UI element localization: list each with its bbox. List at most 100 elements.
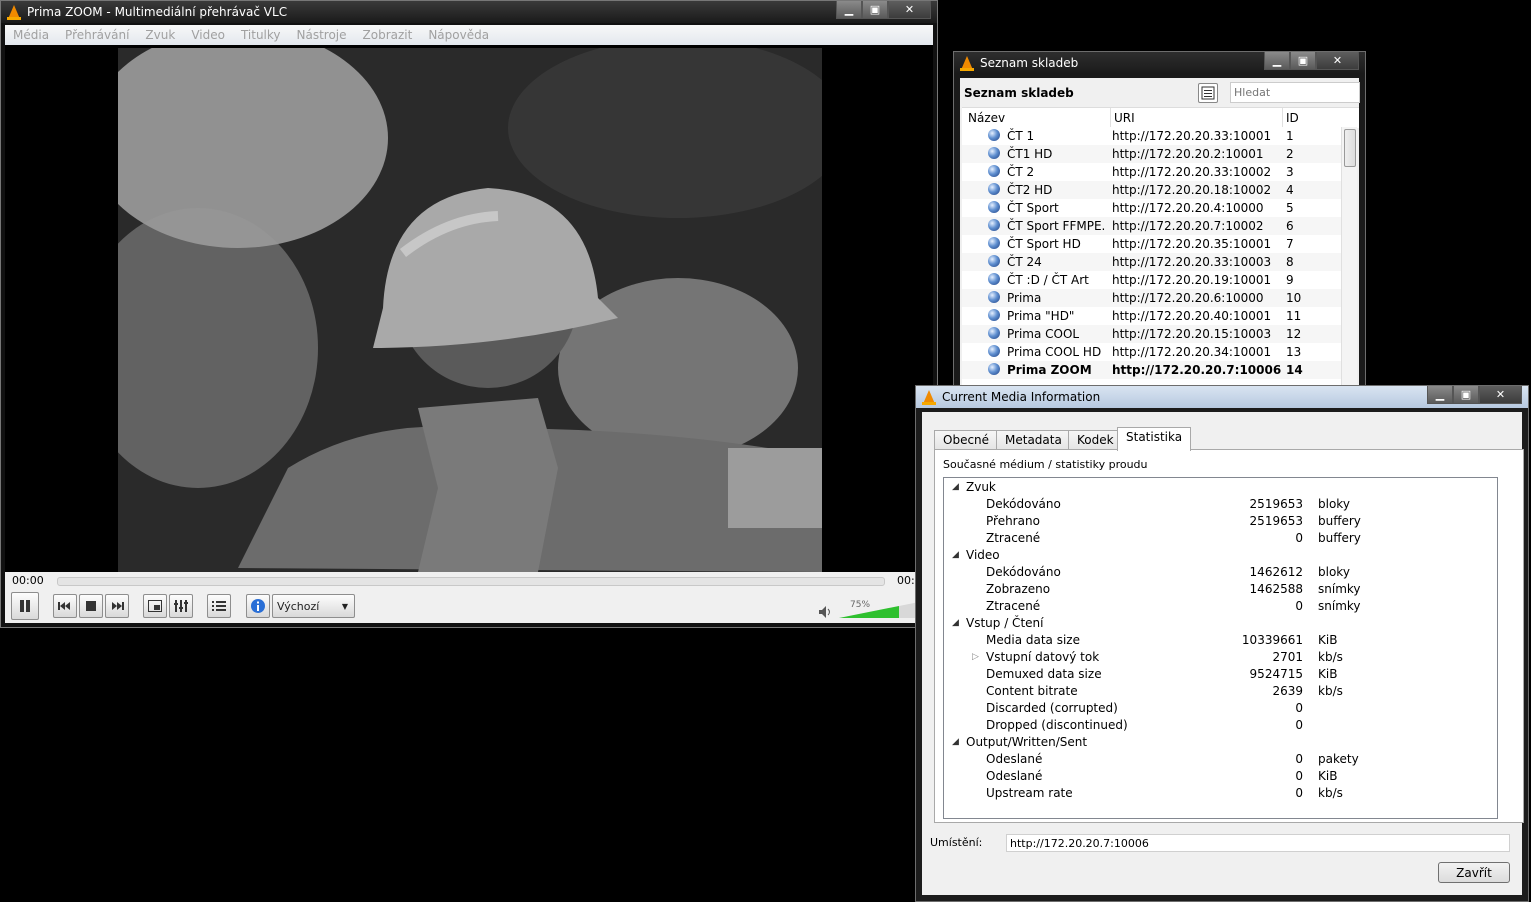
- menu-view[interactable]: Zobrazit: [355, 28, 421, 42]
- menu-audio[interactable]: Zvuk: [137, 28, 183, 42]
- extended-settings-button[interactable]: [169, 594, 193, 618]
- tree-item[interactable]: Ztracené 0 buffery: [944, 530, 1497, 547]
- tree-item[interactable]: Content bitrate 2639 kb/s: [944, 683, 1497, 700]
- tab-statistics[interactable]: Statistika: [1117, 427, 1192, 451]
- playlist-row[interactable]: ČT Sport FFMPE... http://172.20.20.7:1000…: [962, 217, 1341, 235]
- playlist-row[interactable]: ČT Sport HD http://172.20.20.35:10001 7: [962, 235, 1341, 253]
- tree-group[interactable]: ◢ Video: [944, 547, 1497, 564]
- minimize-button[interactable]: ▁: [836, 1, 862, 19]
- playlist-scrollbar[interactable]: [1341, 127, 1357, 390]
- expanded-arrow-icon[interactable]: ◢: [952, 479, 959, 496]
- playlist-row[interactable]: ČT1 HD http://172.20.20.2:10001 2: [962, 145, 1341, 163]
- column-id[interactable]: ID: [1286, 111, 1299, 125]
- row-id: 4: [1286, 183, 1294, 197]
- speaker-icon[interactable]: [819, 606, 833, 618]
- playlist-row[interactable]: ČT 1 http://172.20.20.33:10001 1: [962, 127, 1341, 145]
- playlist-row[interactable]: Prima COOL http://172.20.20.15:10003 12: [962, 325, 1341, 343]
- playlist-window: Seznam skladeb ▁ ▣ ✕ Seznam skladeb Náze…: [953, 51, 1366, 391]
- playlist-row[interactable]: ČT 2 http://172.20.20.33:10002 3: [962, 163, 1341, 181]
- expanded-arrow-icon[interactable]: ◢: [952, 615, 959, 632]
- close-button[interactable]: ✕: [888, 1, 931, 19]
- playlist-row[interactable]: Prima ZOOM http://172.20.20.7:10006 14: [962, 361, 1341, 379]
- stat-value: 0: [1295, 701, 1303, 715]
- menu-help[interactable]: Nápověda: [420, 28, 497, 42]
- playlist-view-button[interactable]: [1198, 83, 1218, 103]
- playlist-row[interactable]: ČT 24 http://172.20.20.33:10003 8: [962, 253, 1341, 271]
- tab-general[interactable]: Obecné: [934, 430, 999, 450]
- stat-value: 2519653: [1249, 514, 1303, 528]
- globe-icon: [988, 291, 1000, 303]
- tree-item[interactable]: Dekódováno 2519653 bloky: [944, 496, 1497, 513]
- row-uri: http://172.20.20.6:10000: [1112, 291, 1264, 305]
- tree-group[interactable]: ◢ Zvuk: [944, 479, 1497, 496]
- playlist-row[interactable]: Prima COOL HD http://172.20.20.34:10001 13: [962, 343, 1341, 361]
- info-client-area: Obecné Metadata Kodek Statistika Současn…: [922, 412, 1524, 895]
- playlist-row[interactable]: Prima http://172.20.20.6:10000 10: [962, 289, 1341, 307]
- tree-item[interactable]: Přehrano 2519653 buffery: [944, 513, 1497, 530]
- stat-unit: pakety: [1318, 752, 1359, 766]
- volume-slider[interactable]: [839, 602, 919, 618]
- seek-slider[interactable]: [57, 577, 885, 586]
- row-uri: http://172.20.20.7:10002: [1112, 219, 1264, 233]
- stop-button[interactable]: [79, 594, 103, 618]
- collapsed-arrow-icon[interactable]: ▷: [972, 649, 979, 666]
- tree-item[interactable]: Dekódováno 1462612 bloky: [944, 564, 1497, 581]
- menu-playback[interactable]: Přehrávání: [57, 28, 137, 42]
- previous-button[interactable]: [53, 594, 77, 618]
- video-area[interactable]: [5, 45, 933, 572]
- playlist-row[interactable]: ČT :D / ČT Art http://172.20.20.19:10001 9: [962, 271, 1341, 289]
- minimize-button[interactable]: ▁: [1427, 386, 1453, 404]
- tree-item[interactable]: Media data size 10339661 KiB: [944, 632, 1497, 649]
- tree-item[interactable]: Zobrazeno 1462588 snímky: [944, 581, 1497, 598]
- pause-button[interactable]: [11, 592, 39, 620]
- playlist-row[interactable]: ČT2 HD http://172.20.20.18:10002 4: [962, 181, 1341, 199]
- expanded-arrow-icon[interactable]: ◢: [952, 547, 959, 564]
- column-uri[interactable]: URI: [1114, 111, 1135, 125]
- globe-icon: [988, 129, 1000, 141]
- tree-group[interactable]: ◢ Vstup / Čtení: [944, 615, 1497, 632]
- vlc-cone-icon: [7, 5, 21, 20]
- volume-level-fill: [839, 606, 899, 618]
- tree-item[interactable]: ▷ Vstupní datový tok 2701 kb/s: [944, 649, 1497, 666]
- tree-item[interactable]: Upstream rate 0 kb/s: [944, 785, 1497, 802]
- aspect-ratio-select[interactable]: Výchozí ▼: [272, 594, 355, 618]
- stat-unit: snímky: [1318, 582, 1361, 596]
- vlc-window-title: Prima ZOOM - Multimediální přehrávač VLC: [27, 5, 288, 19]
- globe-icon: [988, 273, 1000, 285]
- tree-group[interactable]: ◢ Output/Written/Sent: [944, 734, 1497, 751]
- menu-tools[interactable]: Nástroje: [289, 28, 355, 42]
- menu-subtitles[interactable]: Titulky: [233, 28, 289, 42]
- minimize-button[interactable]: ▁: [1264, 52, 1290, 70]
- maximize-button[interactable]: ▣: [1290, 52, 1316, 70]
- menu-media[interactable]: Média: [5, 28, 57, 42]
- stat-value: 0: [1295, 599, 1303, 613]
- tree-item[interactable]: Odeslané 0 KiB: [944, 768, 1497, 785]
- playlist-row[interactable]: Prima "HD" http://172.20.20.40:10001 11: [962, 307, 1341, 325]
- playlist-row[interactable]: ČT Sport http://172.20.20.4:10000 5: [962, 199, 1341, 217]
- menu-video[interactable]: Video: [183, 28, 233, 42]
- vlc-cone-icon: [922, 390, 936, 405]
- tree-item[interactable]: Dropped (discontinued) 0: [944, 717, 1497, 734]
- tree-item[interactable]: Demuxed data size 9524715 KiB: [944, 666, 1497, 683]
- scrollbar-thumb[interactable]: [1344, 129, 1356, 167]
- maximize-button[interactable]: ▣: [862, 1, 888, 19]
- tab-codec[interactable]: Kodek: [1068, 430, 1123, 450]
- column-name[interactable]: Název: [968, 111, 1005, 125]
- tree-item[interactable]: Odeslané 0 pakety: [944, 751, 1497, 768]
- media-info-button[interactable]: [246, 594, 270, 618]
- fullscreen-button[interactable]: [143, 594, 167, 618]
- expanded-arrow-icon[interactable]: ◢: [952, 734, 959, 751]
- location-field[interactable]: http://172.20.20.7:10006: [1006, 834, 1510, 852]
- close-button[interactable]: ✕: [1316, 52, 1359, 70]
- vlc-titlebar[interactable]: Prima ZOOM - Multimediální přehrávač VLC: [1, 1, 937, 23]
- close-button[interactable]: ✕: [1479, 386, 1522, 404]
- maximize-button[interactable]: ▣: [1453, 386, 1479, 404]
- next-button[interactable]: [105, 594, 129, 618]
- playlist-search-input[interactable]: [1230, 82, 1360, 103]
- tree-item[interactable]: Discarded (corrupted) 0: [944, 700, 1497, 717]
- tree-item[interactable]: Ztracené 0 snímky: [944, 598, 1497, 615]
- tab-metadata[interactable]: Metadata: [996, 430, 1071, 450]
- stat-label: Demuxed data size: [986, 667, 1102, 681]
- playlist-button[interactable]: [207, 594, 231, 618]
- close-dialog-button[interactable]: Zavřít: [1438, 862, 1510, 883]
